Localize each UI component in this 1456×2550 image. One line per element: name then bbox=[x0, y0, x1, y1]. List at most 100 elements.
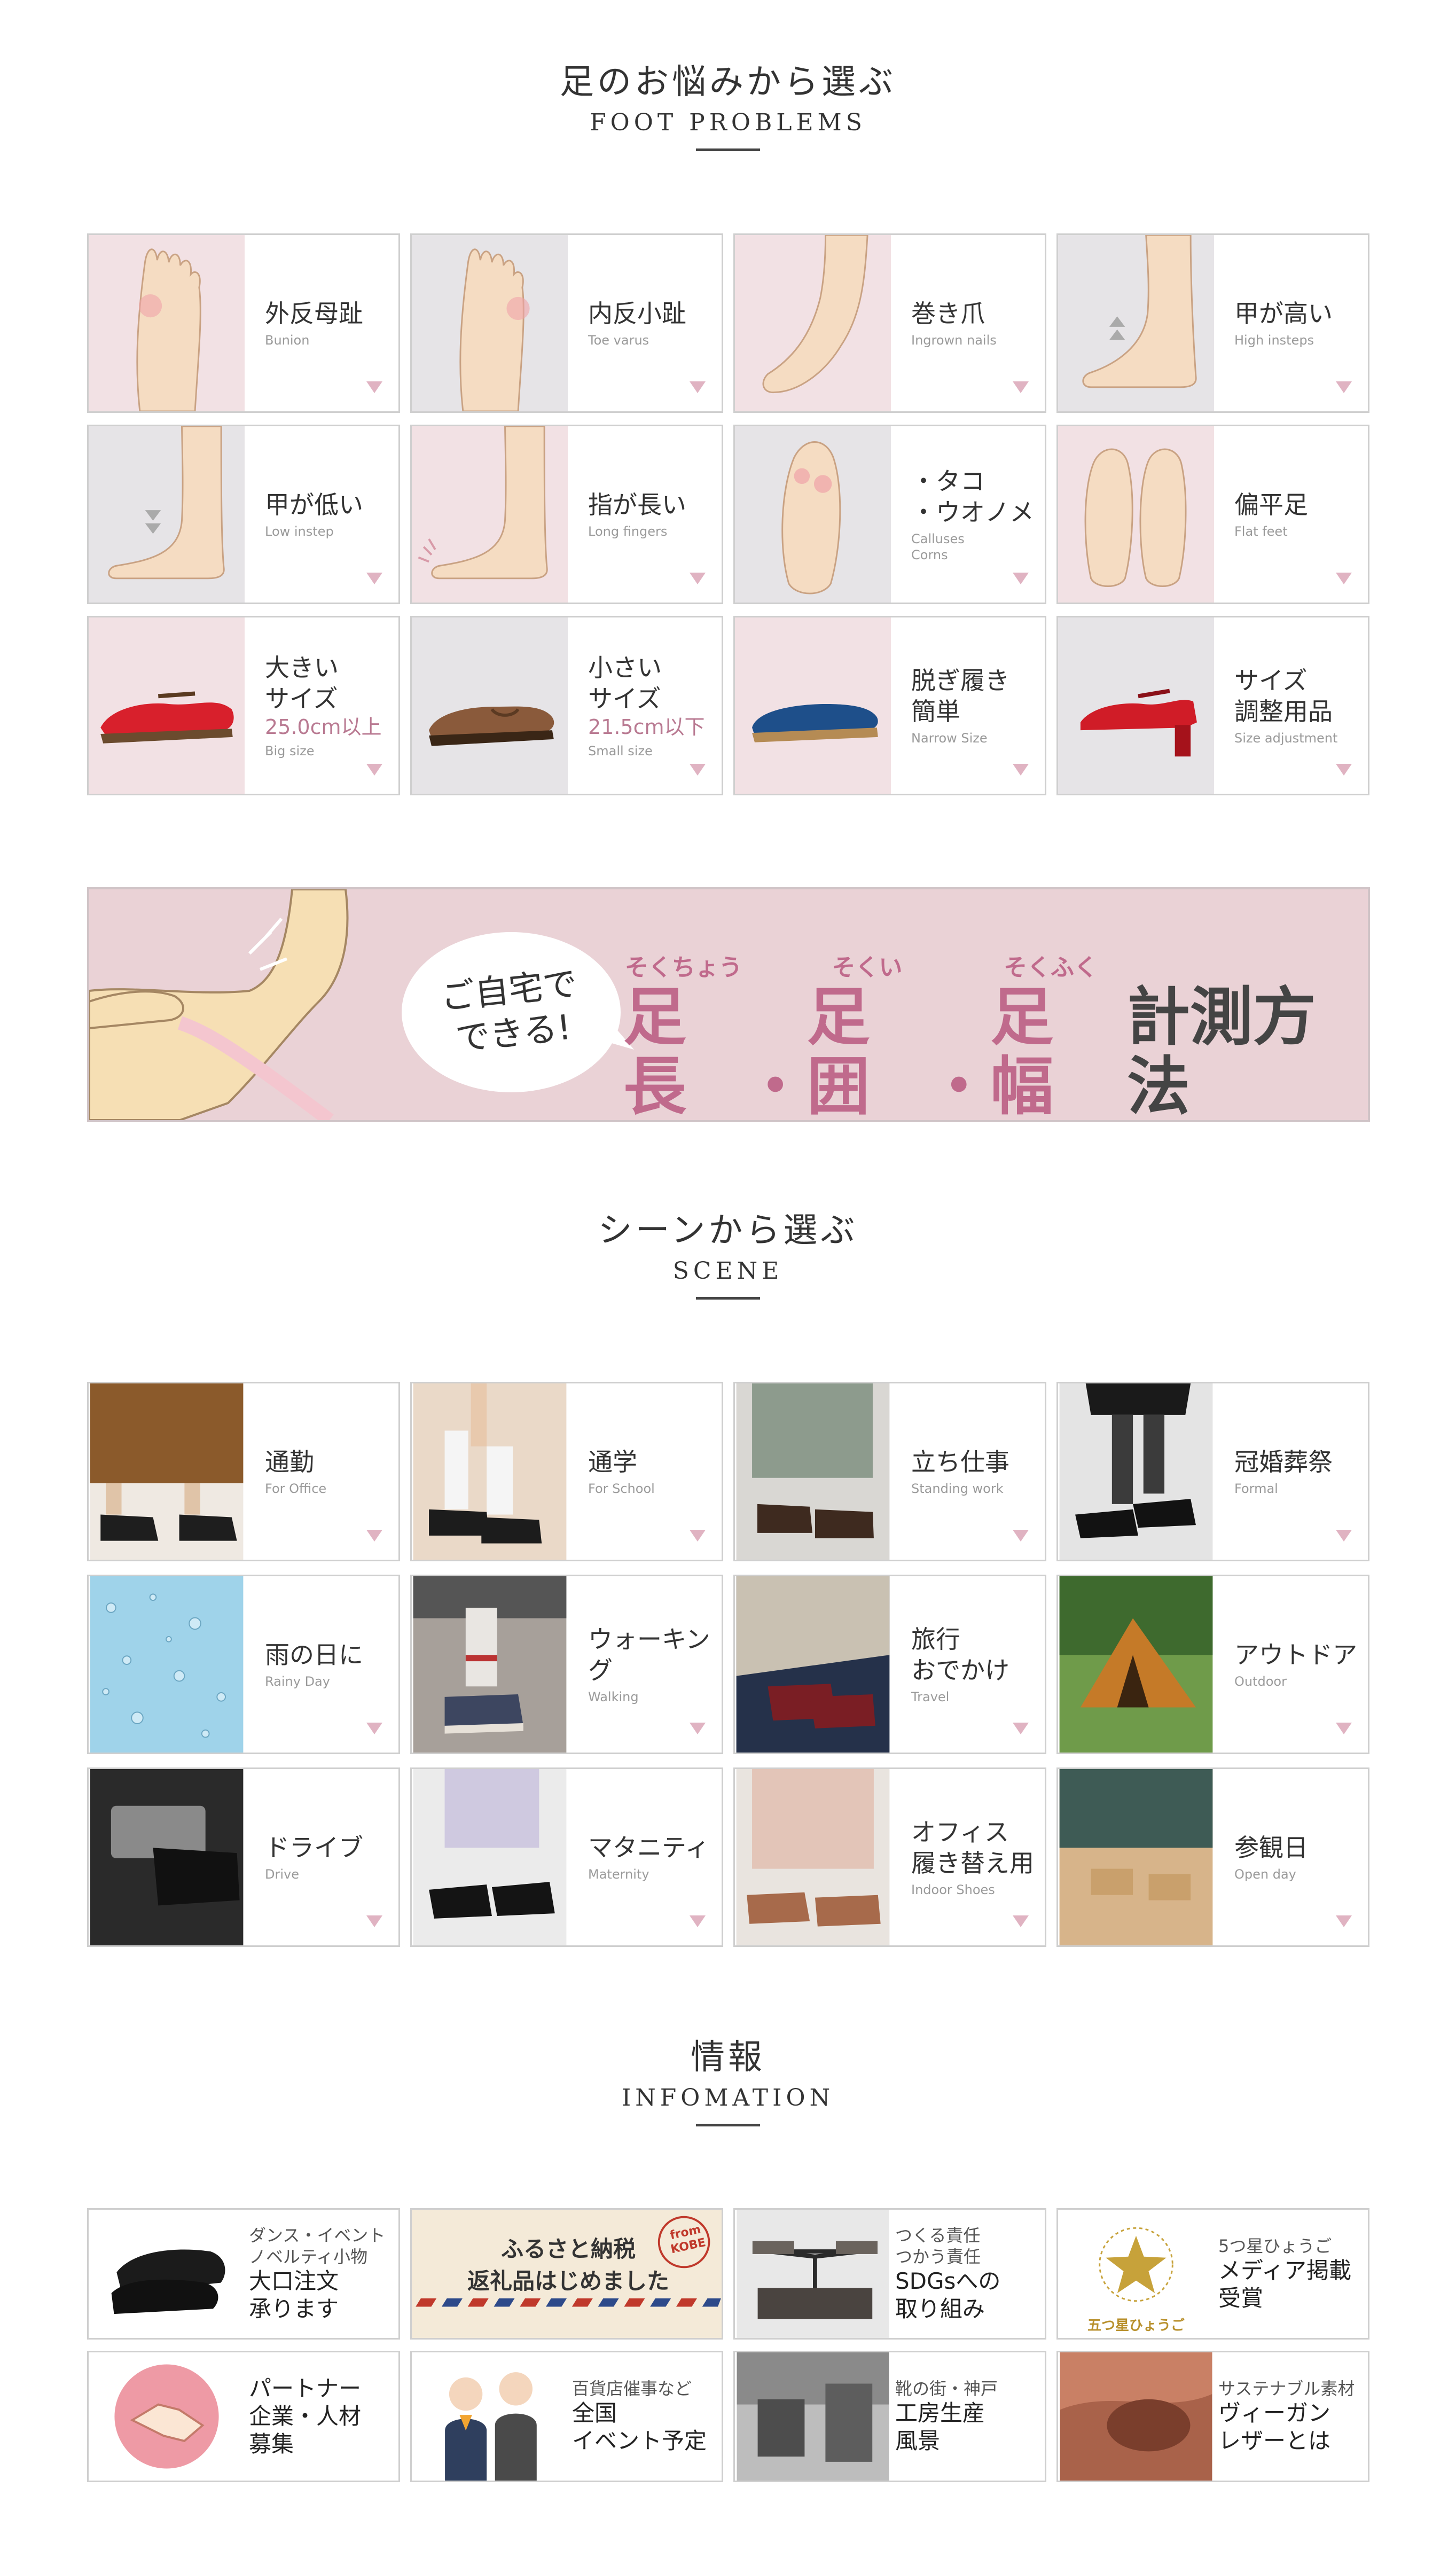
section-subtitle: SCENE bbox=[672, 1257, 784, 1285]
scene-tile-formal[interactable]: 冠婚葬祭 Formal bbox=[1056, 1382, 1369, 1561]
section-title: シーンから選ぶ bbox=[598, 1211, 858, 1250]
scene-tile-office[interactable]: 通勤 For Office bbox=[87, 1382, 400, 1561]
foot-tile-flat-feet[interactable]: 偏平足 Flat feet bbox=[1056, 425, 1369, 604]
tile-subtitle: Walking bbox=[588, 1689, 639, 1704]
scene-tile-travel[interactable]: 旅行 おでかけ Travel bbox=[733, 1575, 1046, 1754]
foot-tile-low-instep[interactable]: 甲が低い Low instep bbox=[87, 425, 400, 604]
scene-tile-outdoor[interactable]: アウトドア Outdoor bbox=[1056, 1575, 1369, 1754]
chevron-down-icon bbox=[690, 1530, 706, 1542]
loafer-photo bbox=[89, 2210, 245, 2338]
chevron-down-icon bbox=[1336, 1915, 1352, 1927]
office-shoes-photo bbox=[89, 1383, 245, 1560]
banner-ruby-2: そくい bbox=[832, 954, 903, 981]
tile-title: 偏平足 bbox=[1234, 490, 1308, 519]
tile-title: 参観日 bbox=[1234, 1833, 1308, 1862]
foot-tile-small-size[interactable]: 小さい サイズ 21.5cm以下 Small size bbox=[410, 616, 723, 795]
measurement-banner[interactable]: ご自宅で できる! そくちょう 足長 ・ そくい 足囲 ・ そくふく 足幅 計測… bbox=[87, 887, 1370, 1122]
tile-title: 指が長い bbox=[588, 490, 686, 519]
travel-photo bbox=[735, 1576, 891, 1753]
banner-dot-2: ・ bbox=[927, 1050, 991, 1122]
foot-problems-grid: 外反母趾 Bunion 内反小趾 Toe varus 巻き爪 Ingrown nail… bbox=[87, 233, 1370, 795]
info-grid: ダンス・イベント ノベルティ小物 大口注文 承ります ふるさと納税 返礼品はじめま… bbox=[87, 2208, 1370, 2482]
info-tile-vegan-leather[interactable]: サステナブル素材 ヴィーガン レザーとは bbox=[1056, 2351, 1369, 2482]
tile-subtitle: Small size bbox=[588, 744, 653, 758]
info-big-text: メディア掲載 受賞 bbox=[1218, 2257, 1352, 2311]
foot-tile-big-size[interactable]: 大きい サイズ 25.0cm以上 Big size bbox=[87, 616, 400, 795]
chevron-down-icon bbox=[1013, 1723, 1029, 1734]
tile-size: 21.5cm以下 bbox=[588, 715, 705, 739]
scene-tile-school[interactable]: 通学 For School bbox=[410, 1382, 723, 1561]
tile-subtitle: For Office bbox=[265, 1481, 327, 1496]
tile-subtitle: Toe varus bbox=[588, 333, 649, 348]
scene-tile-maternity[interactable]: マタニティ Maternity bbox=[410, 1767, 723, 1947]
tile-title: マタニティ bbox=[588, 1833, 710, 1862]
info-tile-workshop[interactable]: 靴の街・神戸 工房生産 風景 bbox=[733, 2351, 1046, 2482]
tile-title: サイズ 調整用品 bbox=[1234, 666, 1333, 726]
foot-tile-long-fingers[interactable]: 指が長い Long fingers bbox=[410, 425, 723, 604]
scene-tile-open-day[interactable]: 参観日 Open day bbox=[1056, 1767, 1369, 1947]
logo-caption: 五つ星ひょうご bbox=[1087, 2318, 1185, 2334]
chevron-down-icon bbox=[366, 381, 382, 393]
bunion-illustration bbox=[89, 235, 245, 411]
blue-shoe-photo bbox=[735, 617, 891, 794]
tile-subtitle: Calluses Corns bbox=[911, 531, 965, 562]
foot-tile-calluses-corns[interactable]: ・タコ ・ウオノメ Calluses Corns bbox=[733, 425, 1046, 604]
red-heel-photo bbox=[1058, 617, 1214, 794]
foot-tile-ingrown-nails[interactable]: 巻き爪 Ingrown nails bbox=[733, 233, 1046, 413]
chevron-down-icon bbox=[1336, 573, 1352, 584]
scene-tile-rainy-day[interactable]: 雨の日に Rainy Day bbox=[87, 1575, 400, 1754]
info-small-text: ダンス・イベント ノベルティ小物 bbox=[249, 2225, 386, 2267]
workshop-photo bbox=[735, 2352, 891, 2481]
info-tile-event-schedule[interactable]: 百貨店催事など 全国 イベント予定 bbox=[410, 2351, 723, 2482]
tile-title: 通学 bbox=[588, 1448, 637, 1476]
tile-title: 甲が高い bbox=[1234, 299, 1333, 328]
scene-tile-drive[interactable]: ドライブ Drive bbox=[87, 1767, 400, 1947]
staff-illustration bbox=[412, 2352, 568, 2481]
scene-tile-indoor-shoes[interactable]: オフィス 履き替え用 Indoor Shoes bbox=[733, 1767, 1046, 1947]
section-divider bbox=[696, 148, 760, 151]
tile-subtitle: Big size bbox=[265, 744, 315, 758]
formal-shoes-photo bbox=[1058, 1383, 1214, 1560]
foot-tile-toe-varus[interactable]: 内反小趾 Toe varus bbox=[410, 233, 723, 413]
foot-tile-high-insteps[interactable]: 甲が高い High insteps bbox=[1056, 233, 1369, 413]
banner-bubble-text: ご自宅で できる! bbox=[439, 964, 579, 1059]
tile-title: ・タコ ・ウオノメ bbox=[911, 467, 1034, 527]
tile-subtitle: Flat feet bbox=[1234, 524, 1288, 539]
chevron-down-icon bbox=[366, 1915, 382, 1927]
scene-tile-walking[interactable]: ウォーキング Walking bbox=[410, 1575, 723, 1754]
info-tile-media-award[interactable]: 五つ星ひょうご 5つ星ひょうご メディア掲載 受賞 bbox=[1056, 2208, 1369, 2340]
tile-subtitle: Travel bbox=[911, 1689, 950, 1704]
chevron-down-icon bbox=[366, 764, 382, 776]
foot-tile-size-adjustment[interactable]: サイズ 調整用品 Size adjustment bbox=[1056, 616, 1369, 795]
info-tile-sdgs[interactable]: つくる責任 つかう責任 SDGsへの 取り組み bbox=[733, 2208, 1046, 2340]
scene-tile-standing-work[interactable]: 立ち仕事 Standing work bbox=[733, 1382, 1046, 1561]
brown-loafer-photo bbox=[412, 617, 568, 794]
banner-dot-1: ・ bbox=[743, 1050, 807, 1122]
banner-ruby-1: そくちょう bbox=[624, 954, 742, 981]
banner-word-1: 足長 bbox=[623, 980, 687, 1122]
tile-subtitle: Drive bbox=[265, 1867, 299, 1882]
five-star-hyogo-logo: 五つ星ひょうご bbox=[1058, 2210, 1214, 2338]
info-tile-partner[interactable]: パートナー 企業・人材 募集 bbox=[87, 2351, 400, 2482]
section-title: 足のお悩みから選ぶ bbox=[560, 62, 896, 102]
leather-photo bbox=[1058, 2352, 1214, 2481]
scene-grid: 通勤 For Office 通学 For School 立ち仕事 Standing w… bbox=[87, 1382, 1370, 1947]
info-big-text: 全国 イベント予定 bbox=[572, 2400, 707, 2454]
banner-tail: 計測方法 bbox=[1126, 980, 1316, 1122]
classroom-photo bbox=[1058, 1769, 1214, 1945]
tile-subtitle: Rainy Day bbox=[265, 1674, 330, 1689]
tile-subtitle: Formal bbox=[1234, 1481, 1278, 1496]
chevron-down-icon bbox=[690, 1915, 706, 1927]
foot-tile-bunion[interactable]: 外反母趾 Bunion bbox=[87, 233, 400, 413]
low-instep-illustration bbox=[89, 426, 245, 603]
info-big-text: SDGsへの 取り組み bbox=[895, 2268, 1001, 2322]
chevron-down-icon bbox=[1336, 1530, 1352, 1542]
info-tile-furusato-nozei[interactable]: ふるさと納税 返礼品はじめました from KOBE bbox=[410, 2208, 723, 2340]
tile-subtitle: Size adjustment bbox=[1234, 731, 1338, 746]
foot-tile-easy-on[interactable]: 脱ぎ履き 簡単 Narrow Size bbox=[733, 616, 1046, 795]
red-shoe-photo bbox=[89, 617, 245, 794]
info-tile-bulk-order[interactable]: ダンス・イベント ノベルティ小物 大口注文 承ります bbox=[87, 2208, 400, 2340]
tile-size: 25.0cm以上 bbox=[265, 715, 382, 739]
tile-subtitle: High insteps bbox=[1234, 333, 1314, 348]
flat-feet-illustration bbox=[1058, 426, 1214, 603]
